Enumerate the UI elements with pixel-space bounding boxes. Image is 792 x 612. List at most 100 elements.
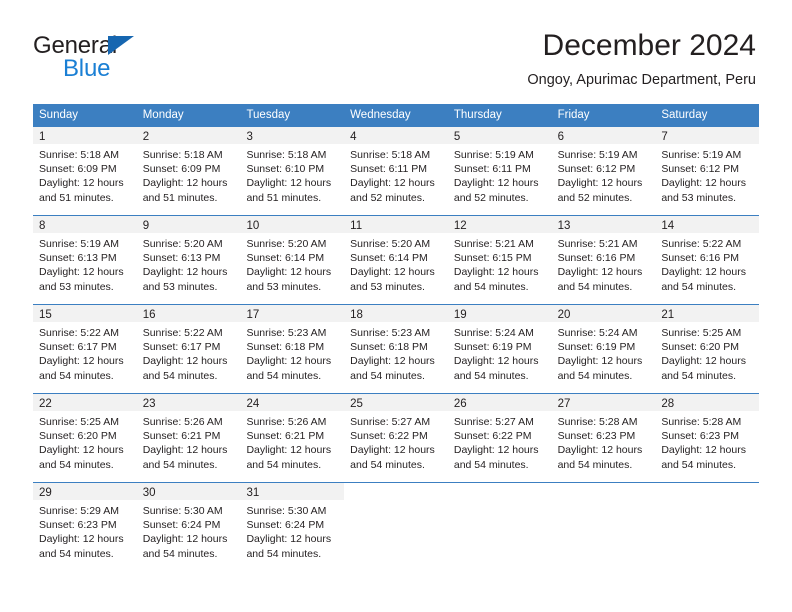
day-number: 25 (350, 398, 363, 410)
daylight-text-line2: and 54 minutes. (39, 458, 114, 471)
day-cell[interactable]: 18 Sunrise: 5:23 AM Sunset: 6:18 PM Dayl… (344, 305, 448, 393)
day-details: Sunrise: 5:19 AM Sunset: 6:13 PM Dayligh… (33, 233, 137, 294)
day-number: 27 (557, 398, 571, 410)
day-number-band: 15 (33, 305, 137, 322)
day-cell[interactable]: 25 Sunrise: 5:27 AM Sunset: 6:22 PM Dayl… (344, 394, 448, 482)
day-cell[interactable]: 5 Sunrise: 5:19 AM Sunset: 6:11 PM Dayli… (447, 127, 552, 215)
weekday-header-sunday: Sunday (39, 109, 79, 121)
day-details: Sunrise: 5:19 AM Sunset: 6:12 PM Dayligh… (552, 144, 656, 205)
daylight-text-line2: and 53 minutes. (246, 280, 322, 293)
sunset-text: Sunset: 6:19 PM (557, 341, 636, 354)
day-cell[interactable]: 11 Sunrise: 5:20 AM Sunset: 6:14 PM Dayl… (344, 216, 448, 304)
daylight-text-line2: and 54 minutes. (557, 280, 633, 293)
daylight-text-line2: and 54 minutes. (661, 458, 737, 471)
day-details: Sunrise: 5:24 AM Sunset: 6:19 PM Dayligh… (552, 322, 656, 383)
day-cell[interactable]: 3 Sunrise: 5:18 AM Sunset: 6:10 PM Dayli… (240, 127, 345, 215)
day-cell[interactable]: 21 Sunrise: 5:25 AM Sunset: 6:20 PM Dayl… (655, 305, 760, 393)
weekday-header-monday: Monday (142, 109, 184, 121)
day-cell[interactable]: 17 Sunrise: 5:23 AM Sunset: 6:18 PM Dayl… (240, 305, 345, 393)
day-cell[interactable]: 10 Sunrise: 5:20 AM Sunset: 6:14 PM Dayl… (240, 216, 345, 304)
day-number: 22 (39, 398, 52, 410)
daylight-text-line2: and 51 minutes. (39, 191, 114, 204)
day-cell[interactable]: 20 Sunrise: 5:24 AM Sunset: 6:19 PM Dayl… (551, 305, 656, 393)
day-number-band: 20 (551, 305, 656, 322)
sunrise-text: Sunrise: 5:24 AM (557, 327, 638, 339)
sunrise-text: Sunrise: 5:28 AM (661, 416, 742, 428)
daylight-text-line2: and 54 minutes. (557, 369, 633, 382)
day-number: 5 (453, 131, 461, 143)
weekday-header-wednesday: Wednesday (350, 109, 411, 121)
day-number-band: 18 (344, 305, 448, 322)
day-cell[interactable]: 2 Sunrise: 5:18 AM Sunset: 6:09 PM Dayli… (136, 127, 241, 215)
day-cell[interactable]: 22 Sunrise: 5:25 AM Sunset: 6:20 PM Dayl… (33, 394, 137, 482)
day-cell[interactable]: 28 Sunrise: 5:28 AM Sunset: 6:23 PM Dayl… (655, 394, 760, 482)
day-number-band: 22 (33, 394, 137, 411)
day-details: Sunrise: 5:19 AM Sunset: 6:11 PM Dayligh… (448, 144, 552, 205)
day-number: 18 (350, 309, 363, 321)
day-number: 24 (246, 398, 260, 410)
sunrise-text: Sunrise: 5:26 AM (142, 416, 223, 428)
sunset-text: Sunset: 6:21 PM (246, 430, 325, 443)
day-cell[interactable]: 7 Sunrise: 5:19 AM Sunset: 6:12 PM Dayli… (655, 127, 760, 215)
day-cell[interactable]: 1 Sunrise: 5:18 AM Sunset: 6:09 PM Dayli… (33, 127, 137, 215)
sunrise-text: Sunrise: 5:24 AM (453, 327, 534, 339)
day-cell[interactable]: 27 Sunrise: 5:28 AM Sunset: 6:23 PM Dayl… (551, 394, 656, 482)
day-number-band: 12 (447, 216, 552, 233)
day-cell[interactable]: 19 Sunrise: 5:24 AM Sunset: 6:19 PM Dayl… (447, 305, 552, 393)
sunset-text: Sunset: 6:10 PM (246, 163, 325, 176)
day-number: 31 (246, 487, 260, 499)
day-details: Sunrise: 5:21 AM Sunset: 6:15 PM Dayligh… (448, 233, 552, 294)
day-number-band: 30 (136, 483, 241, 500)
day-number: 23 (142, 398, 156, 410)
day-number: 16 (142, 309, 156, 321)
sunset-text: Sunset: 6:12 PM (557, 163, 636, 176)
day-cell[interactable]: 4 Sunrise: 5:18 AM Sunset: 6:11 PM Dayli… (344, 127, 448, 215)
sunrise-text: Sunrise: 5:18 AM (39, 149, 119, 161)
day-number-band: 14 (655, 216, 760, 233)
day-cell[interactable]: 24 Sunrise: 5:26 AM Sunset: 6:21 PM Dayl… (240, 394, 345, 482)
day-cell[interactable]: 16 Sunrise: 5:22 AM Sunset: 6:17 PM Dayl… (136, 305, 241, 393)
day-cell[interactable]: 31 Sunrise: 5:30 AM Sunset: 6:24 PM Dayl… (240, 483, 345, 571)
sunset-text: Sunset: 6:09 PM (142, 163, 221, 176)
day-cell[interactable]: 30 Sunrise: 5:30 AM Sunset: 6:24 PM Dayl… (136, 483, 241, 571)
sunset-text: Sunset: 6:14 PM (246, 252, 325, 265)
daylight-text-line1: Daylight: 12 hours (661, 177, 746, 190)
sunset-text: Sunset: 6:16 PM (557, 252, 636, 265)
daylight-text-line1: Daylight: 12 hours (453, 177, 539, 190)
day-cell[interactable]: 13 Sunrise: 5:21 AM Sunset: 6:16 PM Dayl… (551, 216, 656, 304)
day-details: Sunrise: 5:19 AM Sunset: 6:12 PM Dayligh… (655, 144, 759, 205)
sunrise-text: Sunrise: 5:22 AM (142, 327, 223, 339)
day-cell[interactable]: 8 Sunrise: 5:19 AM Sunset: 6:13 PM Dayli… (33, 216, 137, 304)
day-number: 20 (557, 309, 571, 321)
daylight-text-line2: and 53 minutes. (350, 280, 425, 293)
day-number-band: 7 (655, 127, 760, 144)
day-cell[interactable]: 29 Sunrise: 5:29 AM Sunset: 6:23 PM Dayl… (33, 483, 137, 571)
day-cell[interactable]: 14 Sunrise: 5:22 AM Sunset: 6:16 PM Dayl… (655, 216, 760, 304)
day-cell[interactable]: 6 Sunrise: 5:19 AM Sunset: 6:12 PM Dayli… (551, 127, 656, 215)
sunrise-text: Sunrise: 5:20 AM (246, 238, 327, 250)
day-number-band: 21 (655, 305, 760, 322)
day-cell[interactable]: 15 Sunrise: 5:22 AM Sunset: 6:17 PM Dayl… (33, 305, 137, 393)
weekday-header-saturday: Saturday (661, 109, 708, 121)
day-number: 6 (557, 131, 564, 143)
day-number: 26 (453, 398, 467, 410)
day-cell[interactable]: 23 Sunrise: 5:26 AM Sunset: 6:21 PM Dayl… (136, 394, 241, 482)
sunset-text: Sunset: 6:22 PM (453, 430, 532, 443)
daylight-text-line2: and 54 minutes. (661, 280, 737, 293)
sunrise-text: Sunrise: 5:23 AM (246, 327, 327, 339)
weekday-header-thursday: Thursday (453, 109, 502, 121)
sunset-text: Sunset: 6:09 PM (39, 163, 117, 176)
day-number: 2 (142, 131, 150, 143)
day-details: Sunrise: 5:25 AM Sunset: 6:20 PM Dayligh… (655, 322, 759, 383)
day-details: Sunrise: 5:30 AM Sunset: 6:24 PM Dayligh… (137, 500, 241, 561)
day-details: Sunrise: 5:22 AM Sunset: 6:17 PM Dayligh… (137, 322, 241, 383)
daylight-text-line2: and 54 minutes. (453, 458, 529, 471)
day-number-band: 25 (344, 394, 448, 411)
day-cell[interactable]: 26 Sunrise: 5:27 AM Sunset: 6:22 PM Dayl… (447, 394, 552, 482)
day-number-band: 23 (136, 394, 241, 411)
daylight-text-line2: and 52 minutes. (557, 191, 633, 204)
day-cell-empty (552, 483, 656, 571)
day-cell[interactable]: 9 Sunrise: 5:20 AM Sunset: 6:13 PM Dayli… (136, 216, 241, 304)
day-number-band (448, 483, 552, 500)
day-cell[interactable]: 12 Sunrise: 5:21 AM Sunset: 6:15 PM Dayl… (447, 216, 552, 304)
